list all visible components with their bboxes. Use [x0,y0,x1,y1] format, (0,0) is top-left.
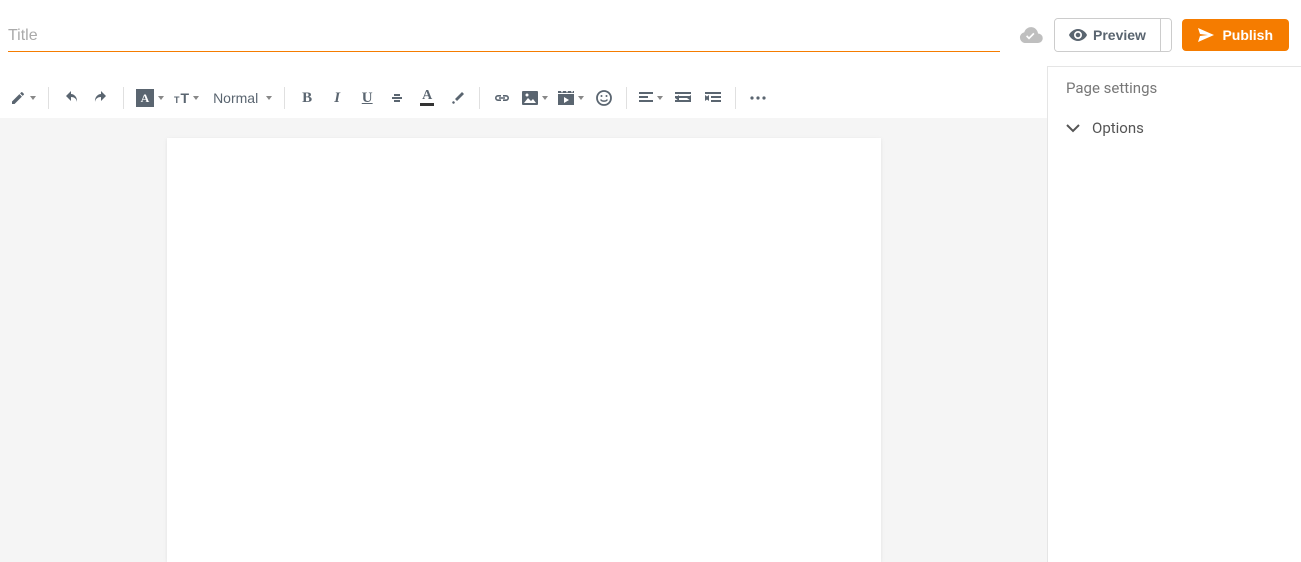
cloud-saved-icon [1018,26,1044,44]
redo-button[interactable] [87,84,115,112]
layout-overlay: Preview Publish [0,0,1301,562]
strikethrough-icon [389,91,405,105]
header: Preview Publish [0,0,1301,60]
outdent-button[interactable] [669,84,697,112]
undo-icon [63,91,79,105]
highlight-button[interactable] [443,84,471,112]
align-button[interactable] [635,84,667,112]
options-label: Options [1092,119,1144,137]
italic-icon: I [334,90,340,107]
caret-down-icon [193,96,199,100]
send-icon [1198,28,1214,42]
caret-down-icon [266,96,272,100]
link-button[interactable] [488,84,516,112]
italic-button[interactable]: I [323,84,351,112]
eye-icon [1069,29,1087,41]
more-button[interactable] [744,84,772,112]
indent-icon [705,92,721,104]
caret-down-icon [158,96,164,100]
font-size-icon: TT [174,90,189,106]
page-settings-heading: Page settings [1048,66,1301,109]
align-left-icon [639,92,653,104]
preview-dropdown-button[interactable] [1160,19,1173,51]
preview-button[interactable]: Preview [1055,19,1160,51]
video-button[interactable] [554,84,588,112]
font-family-button[interactable]: A [132,84,168,112]
publish-label: Publish [1222,27,1273,43]
more-horizontal-icon [750,96,766,100]
undo-button[interactable] [57,84,85,112]
video-icon [558,91,574,105]
separator [123,87,124,109]
separator [479,87,480,109]
document-page[interactable] [167,138,881,562]
separator [735,87,736,109]
title-input[interactable] [8,19,1000,52]
separator [284,87,285,109]
publish-button[interactable]: Publish [1182,19,1289,51]
options-toggle[interactable]: Options [1048,109,1301,147]
caret-down-icon [578,96,584,100]
font-size-button[interactable]: TT [170,84,203,112]
separator [48,87,49,109]
image-icon [522,91,538,105]
smiley-icon [596,90,612,106]
pencil-icon [10,90,26,106]
preview-label: Preview [1093,27,1146,43]
caret-down-icon [30,96,36,100]
right-sidebar: Page settings Options [1047,66,1301,562]
outdent-icon [675,92,691,104]
chevron-down-icon [1066,124,1080,133]
strikethrough-button[interactable] [383,84,411,112]
font-box-icon: A [136,89,154,107]
paragraph-format-button[interactable]: Normal [205,84,276,112]
emoji-button[interactable] [590,84,618,112]
editor-canvas [0,118,1047,562]
link-icon [493,93,511,103]
caret-down-icon [657,96,663,100]
bold-button[interactable]: B [293,84,321,112]
paragraph-format-label: Normal [209,90,262,106]
text-color-button[interactable]: A [413,84,441,112]
bold-icon: B [302,90,312,107]
underline-icon: U [362,90,373,107]
separator [626,87,627,109]
caret-down-icon [542,96,548,100]
indent-button[interactable] [699,84,727,112]
editor-toolbar: A TT Normal B I U [0,78,1047,119]
highlighter-icon [449,90,465,106]
redo-icon [93,91,109,105]
preview-button-group: Preview [1054,18,1172,52]
text-color-icon: A [420,90,434,106]
underline-button[interactable]: U [353,84,381,112]
compose-mode-button[interactable] [6,84,40,112]
image-button[interactable] [518,84,552,112]
